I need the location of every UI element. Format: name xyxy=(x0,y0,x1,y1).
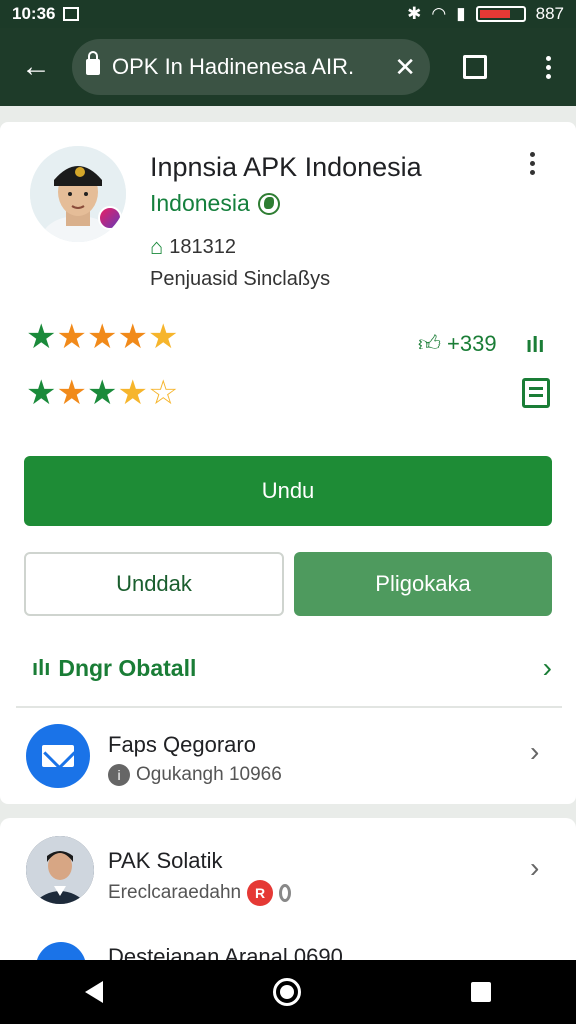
system-nav-bar xyxy=(0,960,576,1024)
nav-recents-icon[interactable] xyxy=(471,982,491,1002)
chevron-right-icon: › xyxy=(530,736,540,767)
lock-icon xyxy=(86,51,100,75)
list-item-subtitle: Ereclcaraedahn R xyxy=(108,880,292,906)
mail-icon xyxy=(26,724,90,788)
likes-button[interactable]: 👍︎ +339 xyxy=(418,330,497,357)
detail-link-label: Dngr Obatall xyxy=(58,654,197,681)
developer-name: Indonesia xyxy=(150,190,250,216)
likes-count: +339 xyxy=(447,330,497,356)
related-card: PAK Solatik Ereclcaraedahn R › Destejana… xyxy=(0,818,576,992)
rating-stars-2: ★★★★☆ xyxy=(26,374,179,412)
image-icon xyxy=(63,7,80,21)
avatar-badge xyxy=(98,206,122,230)
more-vert-icon[interactable] xyxy=(520,55,576,79)
list-item[interactable]: Faps Qegoraro i Ogukangh 10966 › xyxy=(0,720,576,800)
download-button[interactable]: Undu xyxy=(24,456,552,526)
back-arrow-icon[interactable]: ← xyxy=(0,28,72,106)
browser-toolbar: ← OPK In Hadinenesa AIR. ✕ xyxy=(0,28,576,106)
app-more-icon[interactable] xyxy=(530,152,535,175)
downloads-count: 181312 xyxy=(169,235,237,258)
status-icons: ✱ ◠ ▮ 887 xyxy=(407,4,564,24)
wifi-icon: ◠ xyxy=(431,4,447,23)
tabs-button[interactable] xyxy=(430,55,520,79)
list-item-title: Faps Qegoraro xyxy=(108,732,256,757)
location-pin-icon xyxy=(279,884,292,902)
tabs-icon xyxy=(463,55,487,79)
red-badge-icon: R xyxy=(247,880,274,906)
nav-back-icon[interactable] xyxy=(85,981,103,1003)
chevron-right-icon: › xyxy=(530,852,540,883)
secondary-button[interactable]: Pligokaka xyxy=(294,552,552,616)
stats-icon: ılı xyxy=(32,655,51,680)
app-title: Inpnsia APK Indonesia xyxy=(150,152,422,182)
developer-link[interactable]: Indonesia xyxy=(150,190,280,217)
list-item-subtitle-text: Ogukangh 10966 xyxy=(136,764,282,785)
list-item-title: PAK Solatik xyxy=(108,848,223,873)
divider xyxy=(16,706,562,708)
rating-stars-1: ★★★★★ xyxy=(26,318,179,356)
person-avatar xyxy=(26,836,94,904)
list-item[interactable]: PAK Solatik Ereclcaraedahn R › xyxy=(0,836,576,916)
close-icon[interactable]: ✕ xyxy=(394,52,416,83)
outline-button[interactable]: Unddak xyxy=(24,552,284,616)
app-card: Inpnsia APK Indonesia Indonesia ⌂ 181312… xyxy=(0,122,576,804)
app-category: Penjuasid Sinclaßys xyxy=(150,268,331,290)
url-text: OPK In Hadinenesa AIR. xyxy=(112,54,355,79)
chart-icon[interactable]: ılı xyxy=(526,332,544,358)
download-icon: ⌂ xyxy=(150,234,164,259)
list-item-subtitle: i Ogukangh 10966 xyxy=(108,764,282,786)
info-icon: i xyxy=(108,764,130,786)
status-time: 10:36 xyxy=(12,4,56,23)
list-item-subtitle-text: Ereclcaraedahn xyxy=(108,882,242,903)
chevron-right-icon: › xyxy=(542,652,552,683)
battery-text: 887 xyxy=(535,4,564,23)
signal-icon: ▮ xyxy=(456,4,466,23)
document-icon[interactable] xyxy=(522,378,550,408)
app-avatar xyxy=(30,146,126,242)
downloads-row: ⌂ 181312 xyxy=(150,234,236,260)
nav-home-icon[interactable] xyxy=(273,978,301,1006)
status-bar: 10:36 ✱ ◠ ▮ 887 xyxy=(0,0,576,28)
thumbs-up-icon: 👍︎ xyxy=(418,331,441,356)
bluetooth-icon: ✱ xyxy=(407,4,422,23)
globe-icon xyxy=(257,192,280,215)
detail-link[interactable]: ılı Dngr Obatall › xyxy=(32,650,552,686)
battery-icon xyxy=(475,6,526,22)
url-field[interactable]: OPK In Hadinenesa AIR. ✕ xyxy=(72,39,430,95)
